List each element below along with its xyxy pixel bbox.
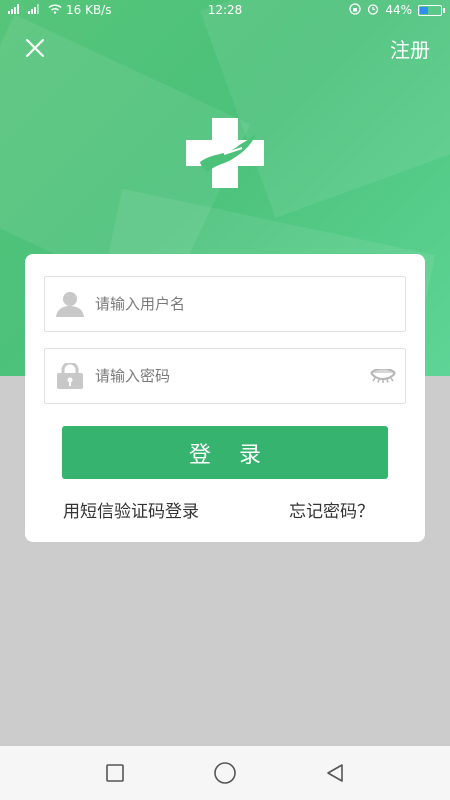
alarm-icon <box>367 3 379 18</box>
password-field[interactable] <box>44 348 406 404</box>
status-bar: 16 KB/s 12:28 44% <box>0 0 450 20</box>
lock-icon <box>45 363 95 389</box>
recent-apps-button[interactable] <box>100 758 130 788</box>
username-input[interactable] <box>95 295 405 313</box>
medical-cross-hand-icon <box>186 118 264 188</box>
home-button[interactable] <box>210 758 240 788</box>
sms-login-link[interactable]: 用短信验证码登录 <box>63 497 199 522</box>
network-speed: 16 KB/s <box>66 3 112 17</box>
close-button[interactable] <box>22 35 48 61</box>
square-icon <box>106 764 124 782</box>
back-button[interactable] <box>320 758 350 788</box>
triangle-back-icon <box>327 764 343 782</box>
password-input[interactable] <box>95 367 361 385</box>
login-button[interactable]: 登录 <box>62 426 388 479</box>
user-icon <box>45 291 95 317</box>
battery-percent: 44% <box>385 3 412 17</box>
forgot-password-link[interactable]: 忘记密码？ <box>289 497 374 522</box>
close-icon <box>25 38 45 58</box>
login-card: 登录 用短信验证码登录 忘记密码？ <box>25 254 425 542</box>
lock-rotation-icon <box>349 2 361 18</box>
signal-icon <box>8 3 24 17</box>
register-link[interactable]: 注册 <box>390 34 430 63</box>
signal-icon-2 <box>28 3 44 17</box>
username-field[interactable] <box>44 276 406 332</box>
circle-icon <box>214 762 236 784</box>
battery-icon <box>418 4 445 16</box>
wifi-icon <box>48 3 62 17</box>
clock: 12:28 <box>207 3 243 17</box>
system-nav-bar <box>0 746 450 800</box>
password-visibility-toggle[interactable] <box>361 369 405 383</box>
eye-closed-icon <box>370 369 396 383</box>
